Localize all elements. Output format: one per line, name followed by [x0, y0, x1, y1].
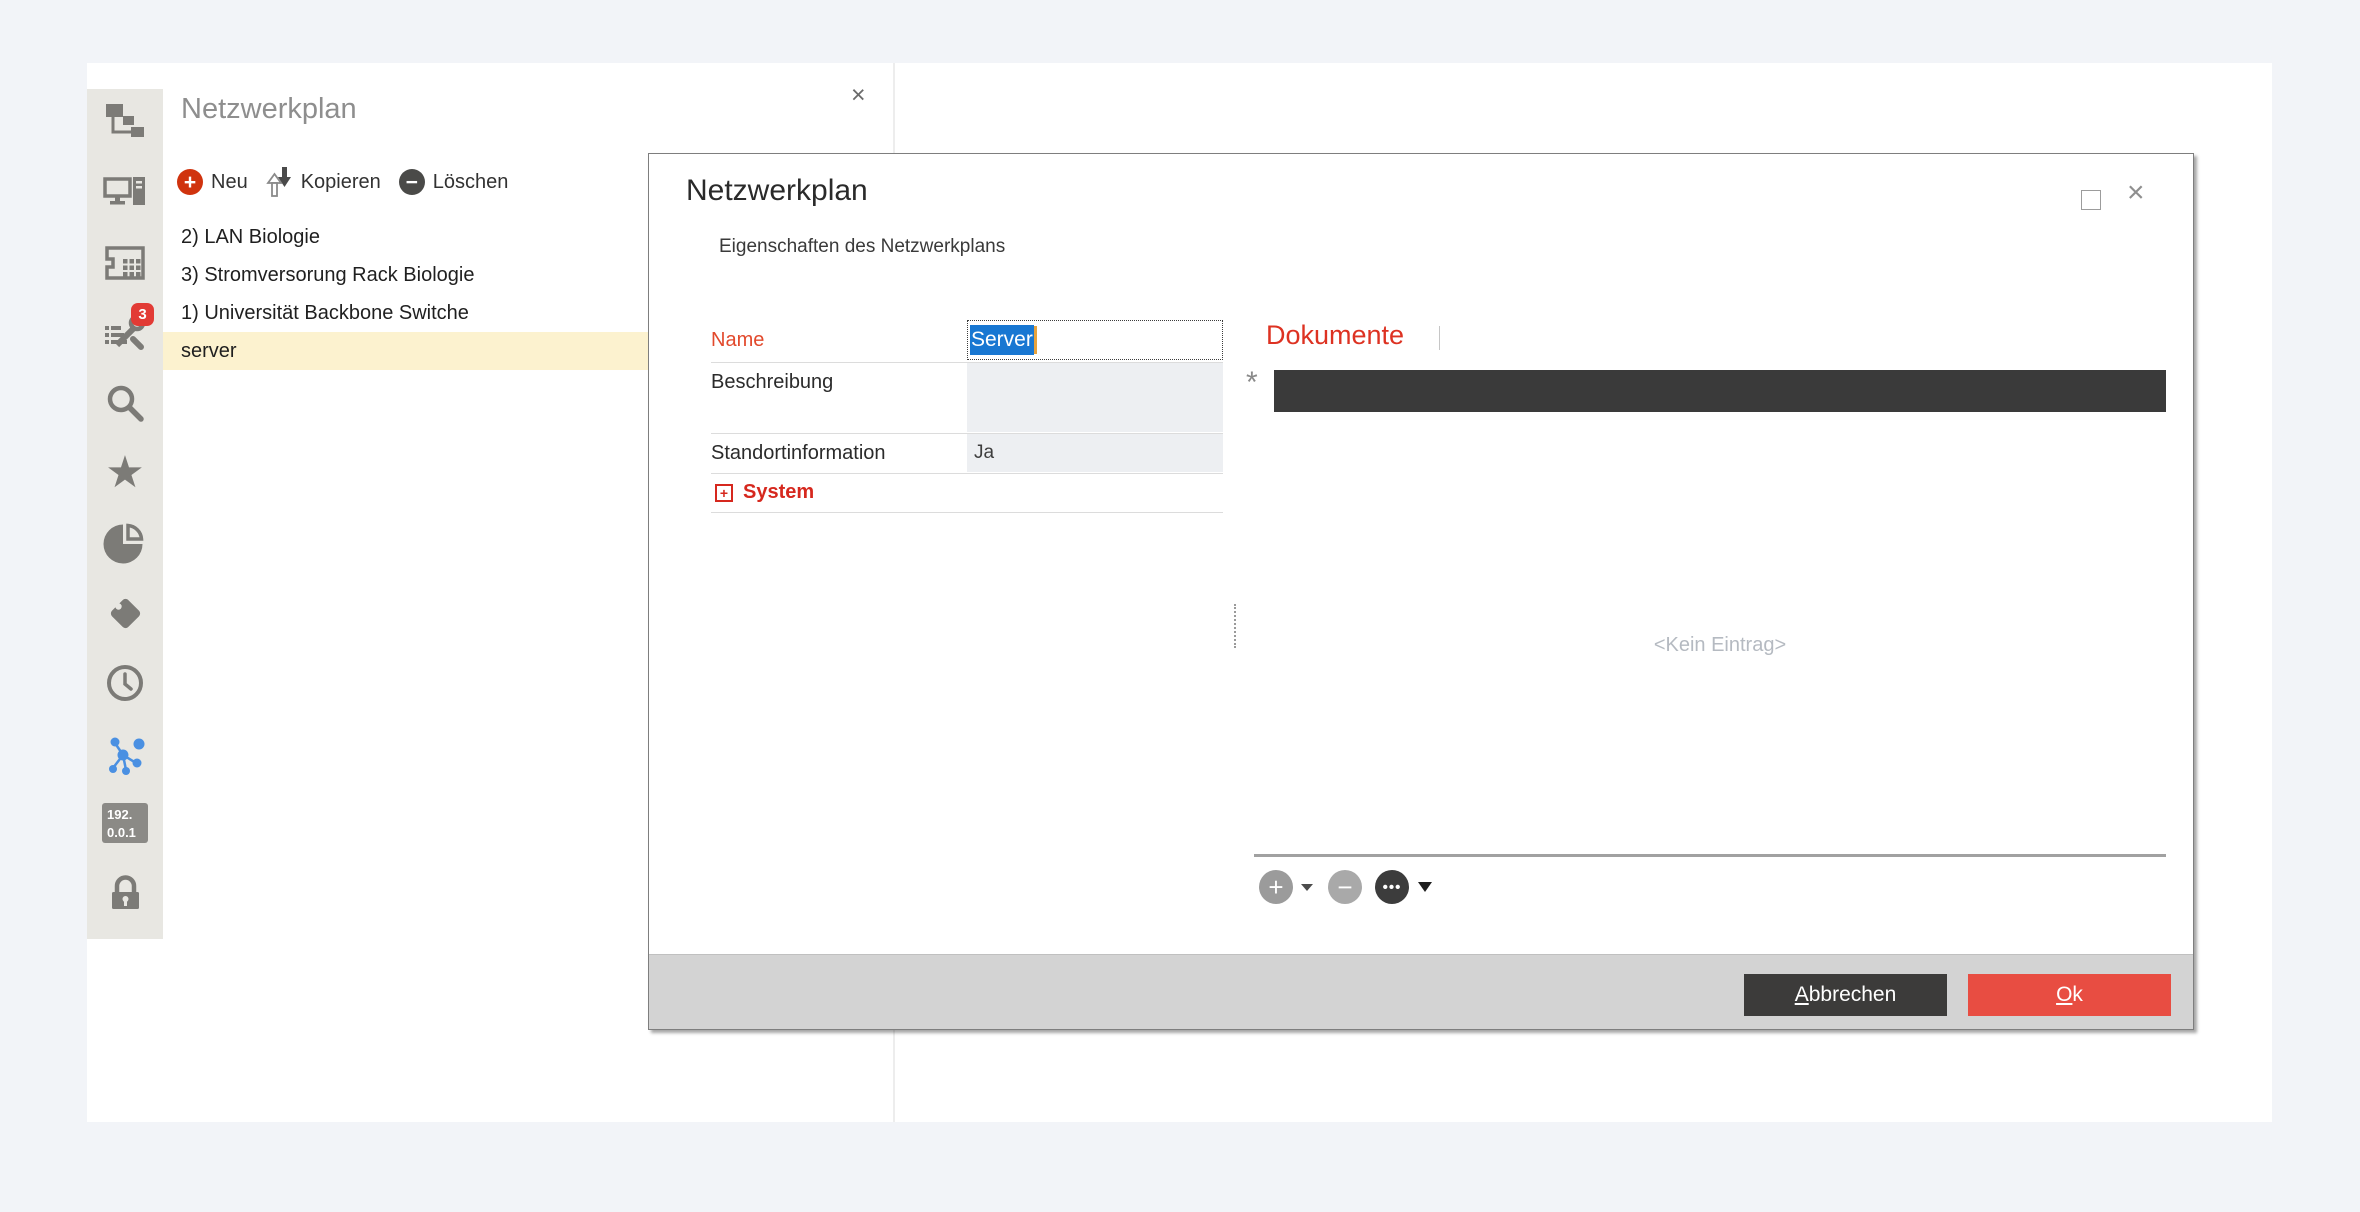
new-button-label: Neu	[211, 171, 248, 194]
document-more-button[interactable]: •••	[1375, 870, 1409, 904]
ip-address-icon: 192. 0.0.1	[102, 803, 148, 843]
add-dropdown-caret-icon[interactable]	[1301, 884, 1313, 891]
ok-button[interactable]: Ok	[1968, 974, 2171, 1016]
sidebar: 3 ★	[87, 89, 163, 939]
description-field[interactable]	[967, 363, 1223, 432]
sidebar-item-security[interactable]	[102, 871, 148, 915]
network-plan-icon	[103, 101, 147, 145]
location-info-field[interactable]: Ja	[967, 434, 1223, 472]
maximize-icon[interactable]	[2081, 190, 2101, 210]
sidebar-item-ip-addresses[interactable]: 192. 0.0.1	[102, 801, 148, 845]
cancel-button[interactable]: Abbrechen	[1744, 974, 1947, 1016]
dialog-subtitle: Eigenschaften des Netzwerkplans	[719, 236, 1005, 258]
sidebar-item-network-plan[interactable]	[102, 101, 148, 145]
lock-icon	[103, 871, 147, 915]
copy-icon	[266, 166, 293, 199]
asterisk-icon: *	[1246, 366, 1258, 400]
system-group-label: System	[743, 481, 814, 504]
sidebar-item-topology[interactable]	[102, 731, 148, 775]
tools-badge: 3	[131, 303, 154, 326]
row-separator	[711, 473, 1223, 474]
name-field[interactable]: Server	[967, 320, 1223, 360]
sidebar-item-reports[interactable]	[102, 521, 148, 565]
sidebar-item-tools[interactable]: 3	[102, 311, 148, 355]
copy-button[interactable]: Kopieren	[266, 166, 381, 199]
topology-icon	[103, 731, 147, 775]
netzwerkplan-dialog: Netzwerkplan Eigenschaften des Netzwerkp…	[648, 153, 2194, 1030]
close-icon[interactable]: ×	[2127, 176, 2145, 210]
application-window: 3 ★	[87, 63, 2272, 1122]
copy-button-label: Kopieren	[301, 171, 381, 194]
workstation-icon	[103, 171, 147, 215]
sidebar-item-floor-plan[interactable]	[102, 241, 148, 285]
floor-plan-icon	[103, 241, 147, 285]
panel-title: Netzwerkplan	[181, 93, 357, 126]
dialog-footer: Abbrechen Ok	[649, 954, 2193, 1029]
remove-icon: −	[399, 169, 425, 195]
name-field-selected-text: Server	[970, 325, 1034, 355]
documents-heading: Dokumente	[1266, 320, 1404, 351]
add-icon: +	[177, 169, 203, 195]
sidebar-item-tags[interactable]	[102, 591, 148, 635]
document-add-button[interactable]: +	[1259, 870, 1293, 904]
sidebar-item-favorites[interactable]: ★	[102, 451, 148, 495]
panel-close-icon[interactable]: ×	[851, 81, 866, 110]
search-icon	[103, 381, 147, 425]
star-icon: ★	[105, 451, 144, 495]
ip-line-1: 192.	[107, 806, 148, 824]
documents-heading-cursor	[1439, 326, 1440, 350]
documents-redacted-row	[1274, 370, 2166, 412]
more-dropdown-caret-icon[interactable]	[1418, 882, 1432, 892]
pie-chart-icon	[103, 521, 147, 565]
sidebar-item-history[interactable]	[102, 661, 148, 705]
sidebar-item-search[interactable]	[102, 381, 148, 425]
panel-toolbar: + Neu Kopieren − Löschen	[177, 167, 508, 197]
delete-button[interactable]: − Löschen	[399, 169, 509, 195]
name-label: Name	[711, 329, 764, 352]
clock-icon	[103, 661, 147, 705]
description-label: Beschreibung	[711, 371, 833, 394]
documents-toolbar-separator	[1254, 854, 2166, 857]
expand-icon[interactable]: +	[715, 484, 733, 502]
text-cursor	[1034, 326, 1037, 354]
new-button[interactable]: + Neu	[177, 169, 248, 195]
splitter-handle[interactable]	[1234, 604, 1236, 648]
location-info-label: Standortinformation	[711, 442, 886, 465]
documents-empty-text: <Kein Eintrag>	[1274, 634, 2166, 657]
ip-line-2: 0.0.1	[107, 824, 148, 842]
sidebar-item-workstation[interactable]	[102, 171, 148, 215]
delete-button-label: Löschen	[433, 171, 509, 194]
tag-icon	[103, 591, 147, 635]
system-group-header[interactable]: + System	[715, 481, 814, 504]
group-separator	[711, 512, 1223, 513]
document-remove-button[interactable]: −	[1328, 870, 1362, 904]
dialog-title: Netzwerkplan	[686, 174, 868, 208]
